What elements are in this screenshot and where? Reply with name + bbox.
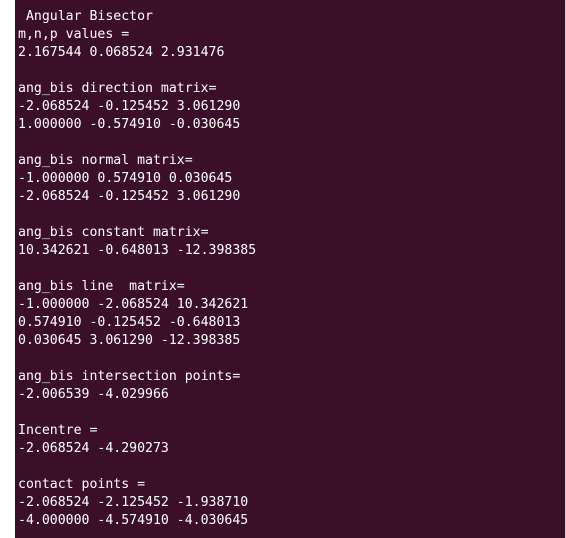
output-line: -4.000000 -4.574910 -4.030645 bbox=[18, 513, 249, 528]
output-line: contact points = bbox=[18, 477, 146, 492]
output-line: -2.068524 -2.125452 -1.938710 bbox=[18, 495, 249, 510]
terminal-window[interactable]: Angular Bisector m,n,p values = 2.167544… bbox=[15, 0, 566, 538]
terminal-output: Angular Bisector m,n,p values = 2.167544… bbox=[18, 8, 256, 530]
output-line: -1.000000 0.574910 0.030645 bbox=[18, 171, 233, 186]
output-line: ang_bis line matrix= bbox=[18, 279, 185, 294]
output-line: m,n,p values = bbox=[18, 27, 130, 42]
output-line: 2.167544 0.068524 2.931476 bbox=[18, 45, 225, 60]
output-line: -2.068524 -0.125452 3.061290 bbox=[18, 99, 241, 114]
output-line: ang_bis normal matrix= bbox=[18, 153, 193, 168]
output-line: 10.342621 -0.648013 -12.398385 bbox=[18, 243, 257, 258]
output-line: -2.006539 -4.029966 bbox=[18, 387, 169, 402]
output-line: ang_bis constant matrix= bbox=[18, 225, 209, 240]
output-line: ang_bis intersection points= bbox=[18, 369, 241, 384]
output-line: 1.000000 -0.574910 -0.030645 bbox=[18, 117, 241, 132]
output-line: -2.068524 -4.290273 bbox=[18, 441, 169, 456]
output-line: -2.068524 -0.125452 3.061290 bbox=[18, 189, 241, 204]
output-line: ang_bis direction matrix= bbox=[18, 81, 217, 96]
output-line: -1.000000 -2.068524 10.342621 bbox=[18, 297, 249, 312]
output-line: 0.574910 -0.125452 -0.648013 bbox=[18, 315, 241, 330]
output-line: Angular Bisector bbox=[18, 9, 153, 24]
output-line: Incentre = bbox=[18, 423, 98, 438]
output-line: 0.030645 3.061290 -12.398385 bbox=[18, 333, 241, 348]
